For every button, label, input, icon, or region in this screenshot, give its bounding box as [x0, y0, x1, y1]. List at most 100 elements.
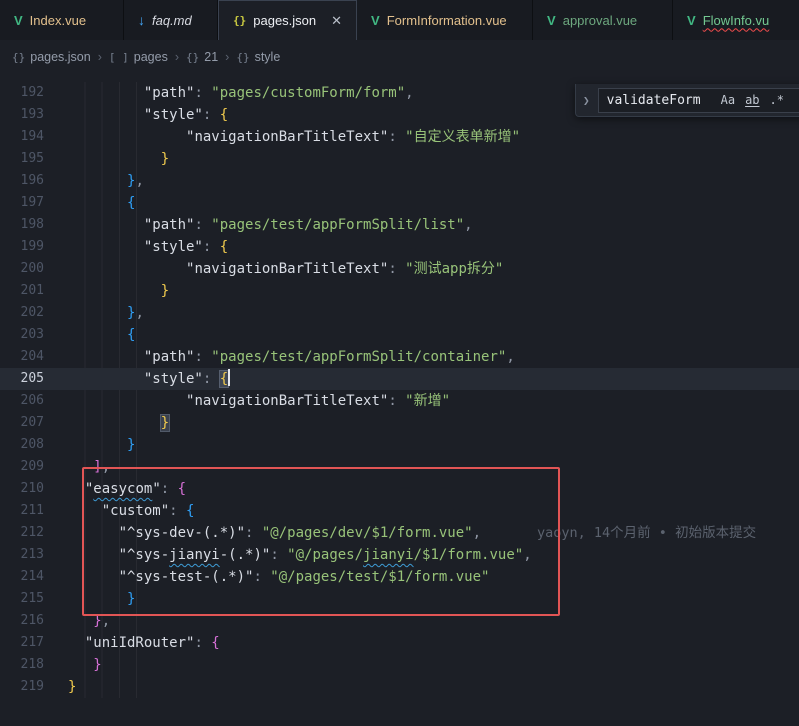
code-text[interactable]: {: [60, 324, 135, 346]
line-number[interactable]: 209: [0, 456, 60, 478]
code-line-200[interactable]: 200 "navigationBarTitleText": "测试app拆分": [0, 258, 799, 280]
line-number[interactable]: 218: [0, 654, 60, 676]
code-text[interactable]: "easycom": {: [60, 478, 186, 500]
line-number[interactable]: 203: [0, 324, 60, 346]
code-text[interactable]: }: [60, 676, 76, 698]
code-line-211[interactable]: 211 "custom": {: [0, 500, 799, 522]
code-line-212[interactable]: 212 "^sys-dev-(.*)": "@/pages/dev/$1/for…: [0, 522, 799, 544]
line-number[interactable]: 206: [0, 390, 60, 412]
code-line-204[interactable]: 204 "path": "pages/test/appFormSplit/con…: [0, 346, 799, 368]
code-line-214[interactable]: 214 "^sys-test-(.*)": "@/pages/test/$1/f…: [0, 566, 799, 588]
code-text[interactable]: },: [60, 302, 144, 324]
line-number[interactable]: 207: [0, 412, 60, 434]
code-text[interactable]: }: [60, 412, 169, 434]
code-line-201[interactable]: 201 }: [0, 280, 799, 302]
tab-faq-md[interactable]: ↓faq.md: [124, 0, 218, 40]
code-text[interactable]: "style": {: [60, 236, 228, 258]
breadcrumb-item-style[interactable]: {}style: [236, 50, 280, 64]
line-number[interactable]: 211: [0, 500, 60, 522]
code-line-203[interactable]: 203 {: [0, 324, 799, 346]
code-text[interactable]: "^sys-jianyi-(.*)": "@/pages/jianyi/$1/f…: [60, 544, 532, 566]
line-number[interactable]: 215: [0, 588, 60, 610]
line-number[interactable]: 210: [0, 478, 60, 500]
code-line-195[interactable]: 195 }: [0, 148, 799, 170]
whole-word-toggle[interactable]: ab: [741, 91, 763, 109]
code-text[interactable]: "^sys-dev-(.*)": "@/pages/dev/$1/form.vu…: [60, 522, 756, 544]
code-line-198[interactable]: 198 "path": "pages/test/appFormSplit/lis…: [0, 214, 799, 236]
tab-forminformation-vue[interactable]: VFormInformation.vue: [357, 0, 533, 40]
json-file-icon: {}: [233, 14, 246, 27]
code-text[interactable]: {: [60, 192, 135, 214]
line-number[interactable]: 196: [0, 170, 60, 192]
code-text[interactable]: "navigationBarTitleText": "测试app拆分": [60, 258, 503, 280]
breadcrumb-item-pages.json[interactable]: {}pages.json: [12, 50, 91, 64]
md-file-icon: ↓: [138, 12, 145, 28]
code-text[interactable]: }: [60, 434, 135, 456]
close-tab-icon[interactable]: ✕: [331, 13, 342, 29]
tab-flowinfo-vu[interactable]: VFlowInfo.vu: [673, 0, 799, 40]
code-text[interactable]: "navigationBarTitleText": "新增": [60, 390, 450, 412]
breadcrumb-item-21[interactable]: {}21: [186, 50, 218, 64]
line-number[interactable]: 208: [0, 434, 60, 456]
code-line-208[interactable]: 208 }: [0, 434, 799, 456]
code-line-213[interactable]: 213 "^sys-jianyi-(.*)": "@/pages/jianyi/…: [0, 544, 799, 566]
line-number[interactable]: 195: [0, 148, 60, 170]
code-line-216[interactable]: 216 },: [0, 610, 799, 632]
match-case-toggle[interactable]: Aa: [717, 91, 739, 109]
code-text[interactable]: "custom": {: [60, 500, 194, 522]
code-line-219[interactable]: 219}: [0, 676, 799, 698]
breadcrumb-item-pages[interactable]: [ ]pages: [109, 50, 168, 64]
code-line-196[interactable]: 196 },: [0, 170, 799, 192]
line-number[interactable]: 199: [0, 236, 60, 258]
line-number[interactable]: 197: [0, 192, 60, 214]
regex-toggle[interactable]: .*: [766, 91, 788, 109]
toggle-replace-icon[interactable]: ❯: [581, 94, 592, 107]
code-text[interactable]: ],: [60, 456, 110, 478]
line-number[interactable]: 201: [0, 280, 60, 302]
code-text[interactable]: "path": "pages/test/appFormSplit/contain…: [60, 346, 515, 368]
line-number[interactable]: 200: [0, 258, 60, 280]
line-number[interactable]: 198: [0, 214, 60, 236]
code-line-218[interactable]: 218 }: [0, 654, 799, 676]
code-text[interactable]: }: [60, 588, 135, 610]
code-text[interactable]: "path": "pages/customForm/form",: [60, 82, 414, 104]
code-text[interactable]: "style": {: [60, 368, 230, 390]
tab-approval-vue[interactable]: Vapproval.vue: [533, 0, 673, 40]
code-line-209[interactable]: 209 ],: [0, 456, 799, 478]
line-number[interactable]: 216: [0, 610, 60, 632]
line-number[interactable]: 217: [0, 632, 60, 654]
code-line-197[interactable]: 197 {: [0, 192, 799, 214]
code-line-199[interactable]: 199 "style": {: [0, 236, 799, 258]
code-line-194[interactable]: 194 "navigationBarTitleText": "自定义表单新增": [0, 126, 799, 148]
code-line-210[interactable]: 210 "easycom": {: [0, 478, 799, 500]
line-number[interactable]: 205: [0, 368, 60, 390]
code-line-215[interactable]: 215 }: [0, 588, 799, 610]
line-number[interactable]: 204: [0, 346, 60, 368]
code-text[interactable]: "^sys-test-(.*)": "@/pages/test/$1/form.…: [60, 566, 489, 588]
line-number[interactable]: 194: [0, 126, 60, 148]
line-number[interactable]: 213: [0, 544, 60, 566]
code-line-206[interactable]: 206 "navigationBarTitleText": "新增": [0, 390, 799, 412]
code-line-205[interactable]: 205 "style": {: [0, 368, 799, 390]
code-text[interactable]: "path": "pages/test/appFormSplit/list",: [60, 214, 473, 236]
code-line-207[interactable]: 207 }: [0, 412, 799, 434]
code-text[interactable]: },: [60, 170, 144, 192]
code-text[interactable]: }: [60, 148, 169, 170]
code-text[interactable]: "uniIdRouter": {: [60, 632, 220, 654]
code-line-202[interactable]: 202 },: [0, 302, 799, 324]
line-number[interactable]: 193: [0, 104, 60, 126]
code-line-217[interactable]: 217 "uniIdRouter": {: [0, 632, 799, 654]
line-number[interactable]: 192: [0, 82, 60, 104]
code-text[interactable]: "style": {: [60, 104, 228, 126]
code-text[interactable]: "navigationBarTitleText": "自定义表单新增": [60, 126, 520, 148]
code-text[interactable]: }: [60, 280, 169, 302]
line-number[interactable]: 202: [0, 302, 60, 324]
code-text[interactable]: }: [60, 654, 102, 676]
line-number[interactable]: 219: [0, 676, 60, 698]
tab-pages-json[interactable]: {}pages.json✕: [218, 0, 357, 40]
line-number[interactable]: 214: [0, 566, 60, 588]
find-input[interactable]: [607, 93, 715, 108]
code-text[interactable]: },: [60, 610, 110, 632]
line-number[interactable]: 212: [0, 522, 60, 544]
tab-index-vue[interactable]: VIndex.vue: [0, 0, 124, 40]
